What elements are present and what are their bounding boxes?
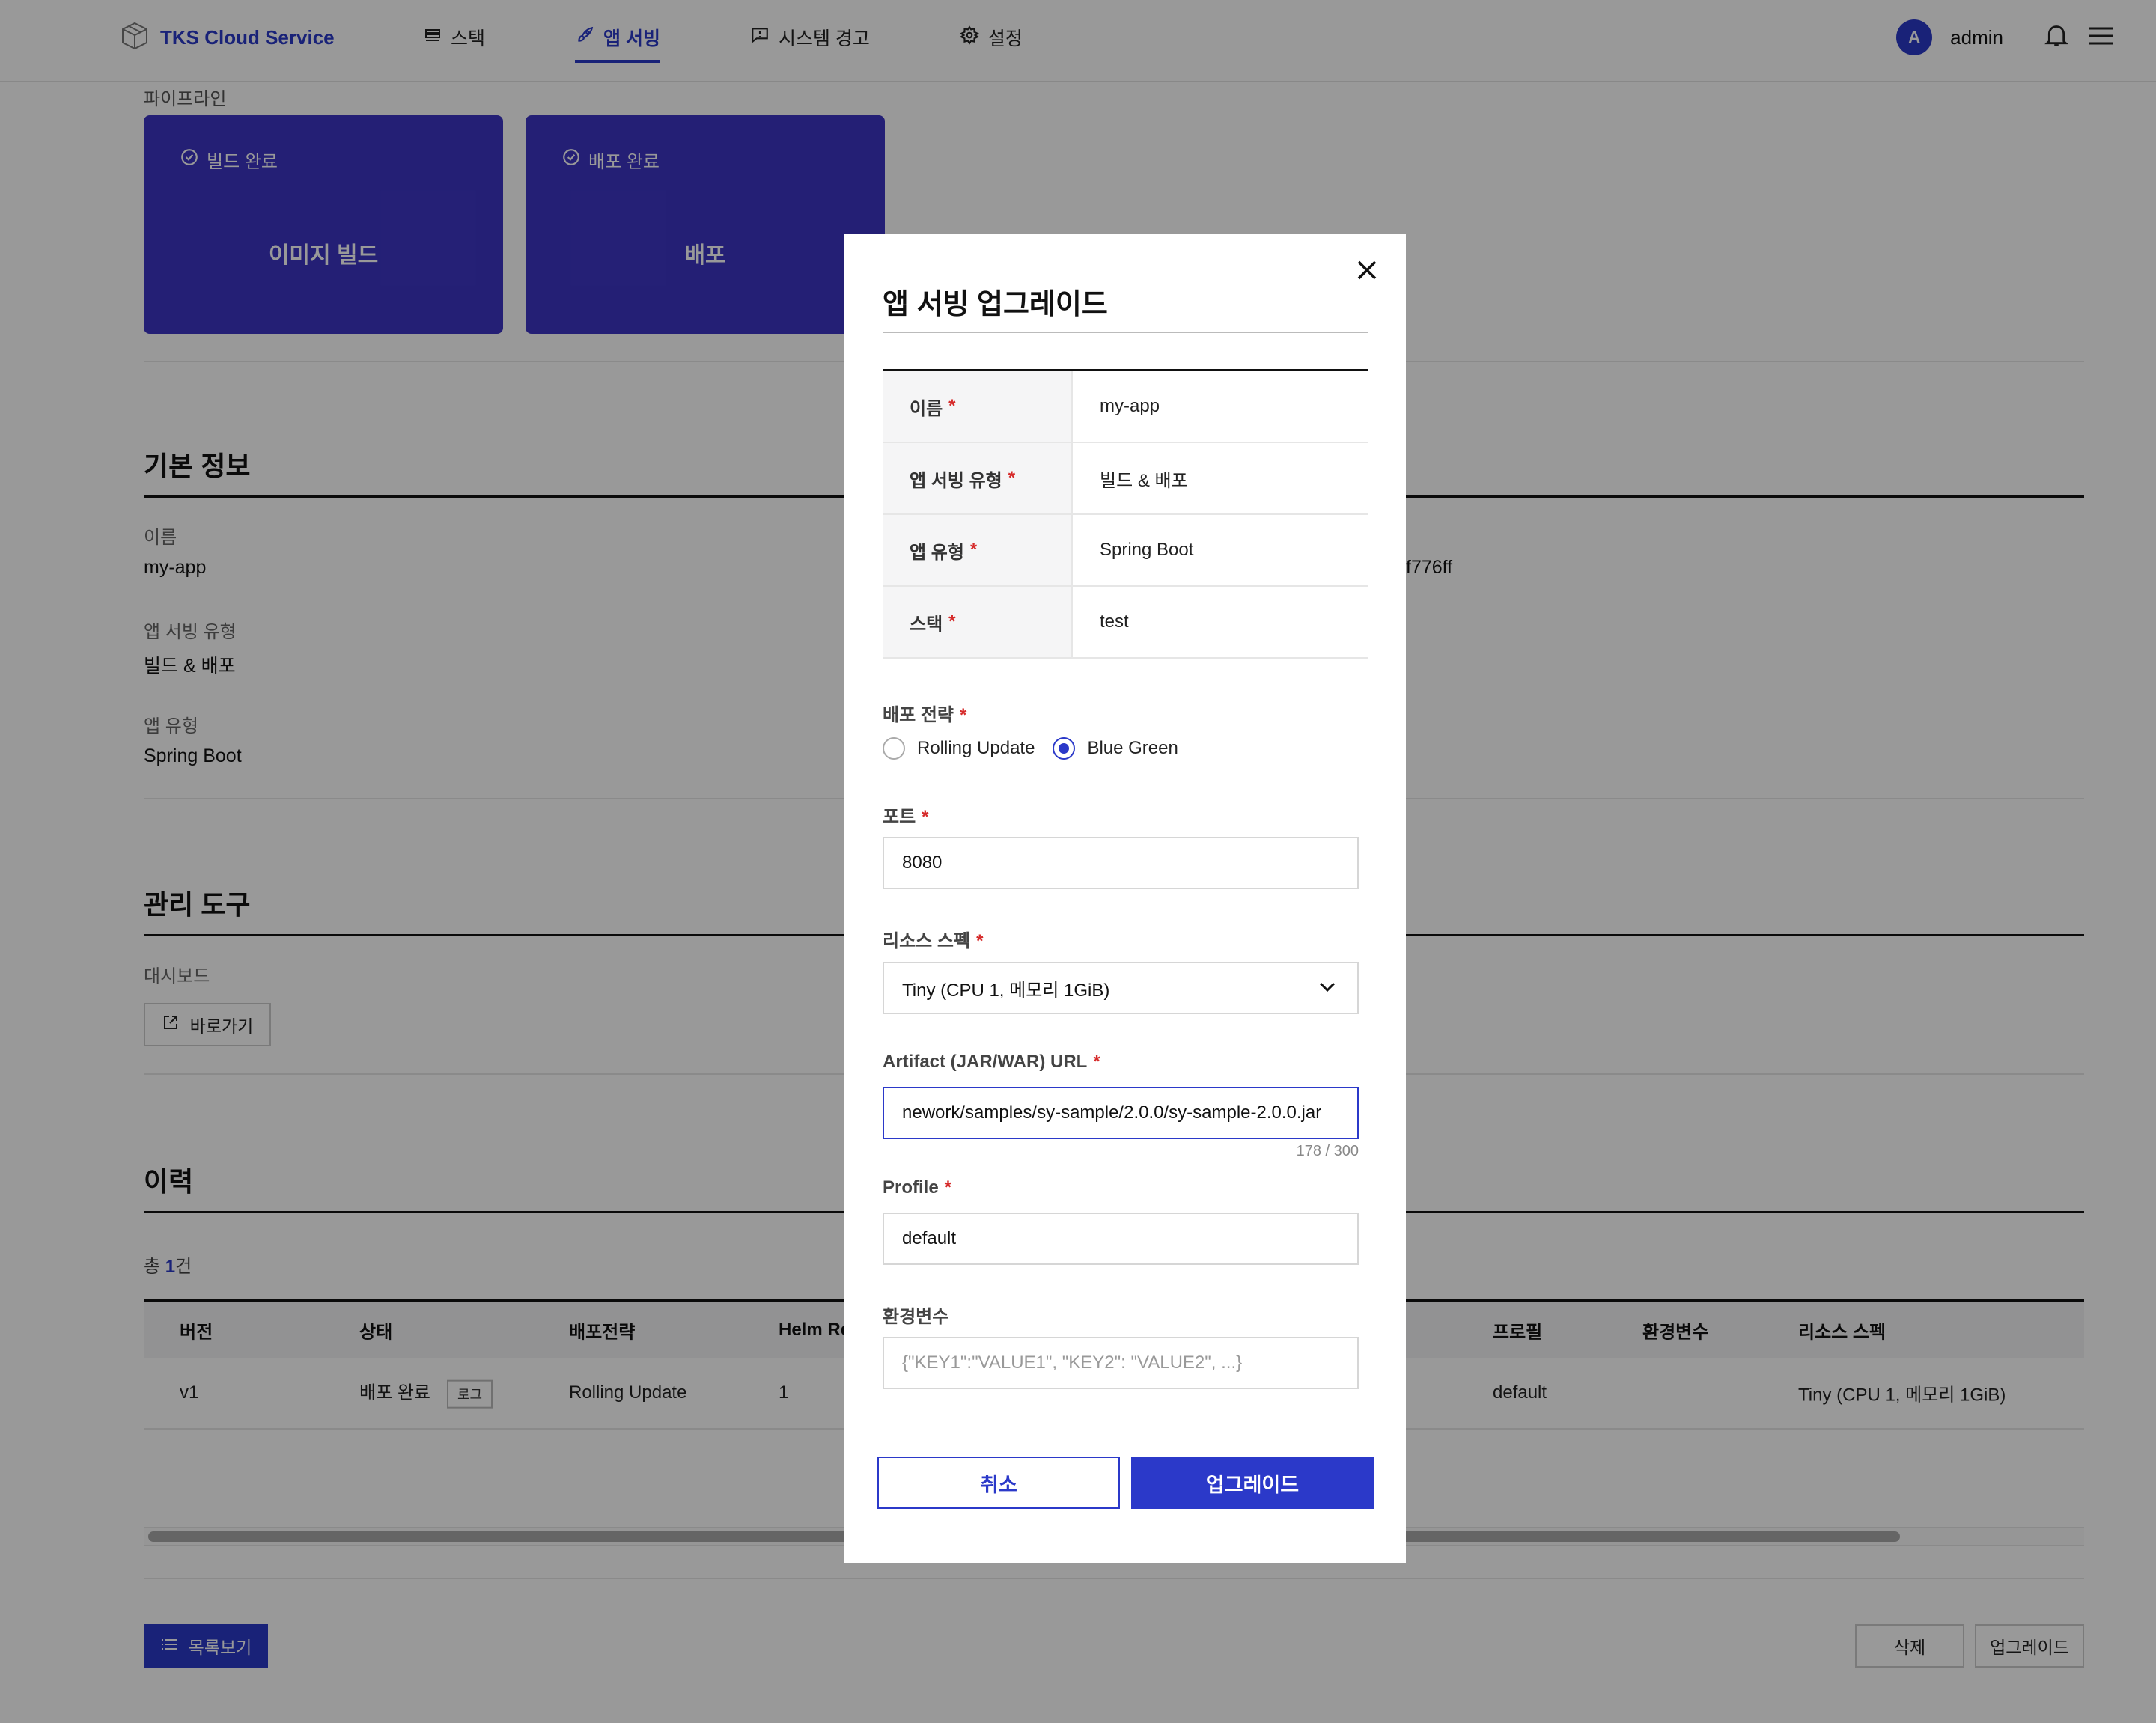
info-value: my-app: [1100, 396, 1160, 416]
resource-spec-select[interactable]: Tiny (CPU 1, 메모리 1GiB): [883, 962, 1359, 1014]
close-icon: [1356, 259, 1378, 285]
radio-rolling-update[interactable]: Rolling Update: [883, 737, 1035, 760]
chevron-down-icon: [1318, 978, 1336, 998]
info-row-stack: 스택 * test: [883, 587, 1368, 659]
artifact-url-input[interactable]: nework/samples/sy-sample/2.0.0/sy-sample…: [883, 1087, 1359, 1139]
info-key: 앱 유형 *: [883, 515, 1073, 585]
radio-button-selected[interactable]: [1053, 737, 1076, 760]
upgrade-submit-button[interactable]: 업그레이드: [1131, 1457, 1374, 1509]
info-row-serving-type: 앱 서빙 유형 * 빌드 & 배포: [883, 443, 1368, 515]
port-input[interactable]: 8080: [883, 837, 1359, 889]
profile-input[interactable]: default: [883, 1213, 1359, 1265]
modal-info-table: 이름 * my-app 앱 서빙 유형 * 빌드 & 배포 앱 유형 * Spring…: [883, 369, 1368, 659]
resource-spec-label: 리소스 스펙 *: [883, 931, 984, 951]
strategy-radio-group: Rolling Update Blue Green: [883, 737, 1196, 760]
env-vars-label: 환경변수: [883, 1307, 949, 1327]
artifact-char-counter: 178 / 300: [1296, 1143, 1359, 1159]
artifact-url-label: Artifact (JAR/WAR) URL *: [883, 1052, 1100, 1072]
upgrade-modal: 앱 서빙 업그레이드 이름 * my-app 앱 서빙 유형 * 빌드 & 배포 앱…: [844, 234, 1406, 1563]
info-value: Spring Boot: [1100, 540, 1194, 560]
cancel-button[interactable]: 취소: [877, 1457, 1120, 1509]
info-key: 앱 서빙 유형 *: [883, 443, 1073, 513]
radio-label: Blue Green: [1087, 738, 1178, 758]
modal-title: 앱 서빙 업그레이드: [883, 289, 1108, 320]
info-row-name: 이름 * my-app: [883, 371, 1368, 443]
strategy-label: 배포 전략 *: [883, 705, 967, 725]
env-vars-input[interactable]: {"KEY1":"VALUE1", "KEY2": "VALUE2", ...}: [883, 1337, 1359, 1389]
info-value: 빌드 & 배포: [1100, 470, 1188, 491]
radio-blue-green[interactable]: Blue Green: [1053, 737, 1178, 760]
radio-button[interactable]: [883, 737, 905, 760]
radio-label: Rolling Update: [917, 738, 1035, 758]
info-key: 이름 *: [883, 371, 1073, 442]
info-value: test: [1100, 612, 1129, 632]
info-row-app-type: 앱 유형 * Spring Boot: [883, 515, 1368, 587]
title-divider: [883, 332, 1368, 333]
profile-label: Profile *: [883, 1177, 952, 1198]
resource-spec-value: Tiny (CPU 1, 메모리 1GiB): [902, 980, 1110, 1001]
port-label: 포트 *: [883, 807, 929, 827]
close-button[interactable]: [1352, 257, 1382, 287]
info-key: 스택 *: [883, 587, 1073, 657]
